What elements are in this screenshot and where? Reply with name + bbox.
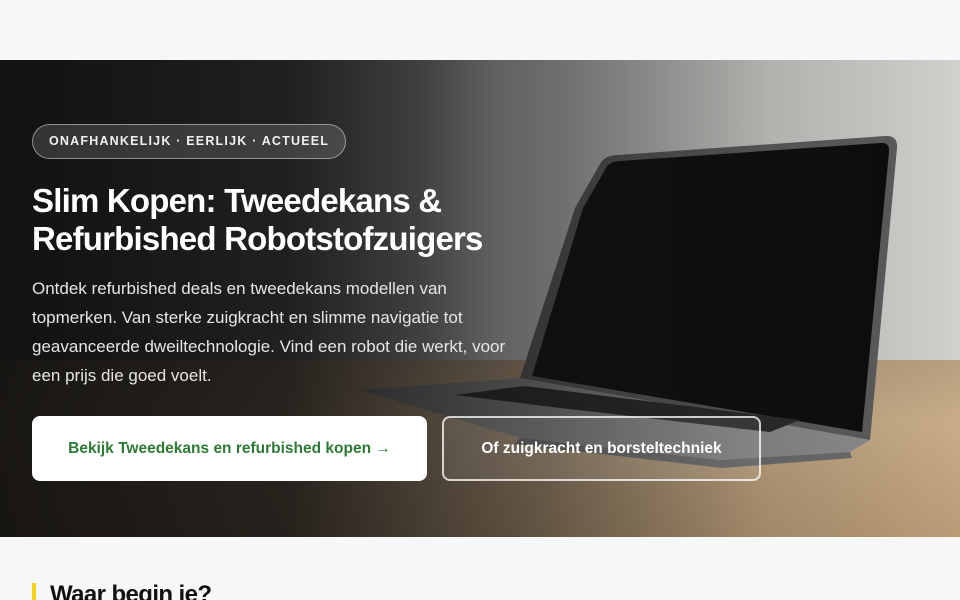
where-to-start-section: Waar begin je? [0, 537, 960, 600]
section-title: Waar begin je? [50, 581, 212, 600]
view-refurbished-button[interactable]: Bekijk Tweedekans en refurbished kopen → [32, 416, 427, 481]
suction-brush-tech-button[interactable]: Of zuigkracht en borsteltechniek [442, 416, 761, 481]
hero-description: Ontdek refurbished deals en tweedekans m… [32, 279, 506, 385]
hero-title-line-1: Slim Kopen: Tweedekans & [32, 182, 442, 219]
top-navigation-bar [0, 0, 960, 60]
section-accent-bar [32, 583, 36, 600]
hero-title: Slim Kopen: Tweedekans & Refurbished Rob… [32, 182, 592, 258]
hero-badge: ONAFHANKELIJK · EERLIJK · ACTUEEL [32, 124, 347, 159]
hero-title-line-2: Refurbished Robotstofzuigers [32, 220, 483, 257]
hero-section: ONAFHANKELIJK · EERLIJK · ACTUEEL Slim K… [0, 60, 960, 537]
